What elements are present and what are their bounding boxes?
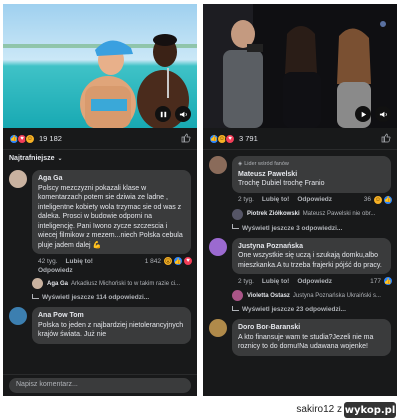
left-screenshot: 👍 ♥ ☺ 19 182 Najtrafniejsze ⌄ Aga Ga Pol… [3,4,197,396]
video-player[interactable] [203,4,397,128]
comment-author[interactable]: Aga Ga [38,174,185,184]
badge-icon: ◈ [238,161,243,167]
comment-bubble: Justyna Poznańska One wszystkie się uczą… [232,237,391,274]
mute-button[interactable] [175,106,191,122]
watermark-footer: sakiro12 z wykop.pl [0,400,400,420]
reaction-summary[interactable]: 👍 ♥ ☺ 19 182 [3,128,197,150]
avatar[interactable] [9,307,27,325]
view-more-replies[interactable]: Wyświetl jeszcze 114 odpowiedzi... [3,289,197,303]
sort-label: Najtrafniejsze [9,154,55,162]
reply-thread-icon [32,293,39,299]
reaction-count: 19 182 [39,134,62,143]
comment-text: Polska to jeden z najbardziej nietoleran… [38,321,184,339]
wykop-logo: wykop.pl [344,402,396,418]
love-reaction-icon: ♥ [183,256,193,266]
avatar[interactable] [9,170,27,188]
avatar[interactable] [209,237,227,256]
comment-item: Justyna Poznańska One wszystkie się uczą… [203,234,397,286]
reply-text: Mateusz Pawelski nie obr... [302,211,376,217]
comment-reactions[interactable]: 1 842 😮 👍 ♥ [145,256,193,266]
reply-button[interactable]: Odpowiedz [38,267,73,274]
pause-icon [160,111,166,117]
comment-bubble: Ana Pow Tom Polska to jeden z najbardzie… [32,307,191,344]
like-reaction-icon: 👍 [383,194,393,205]
reply-preview[interactable]: Violetta Ostasz Justyna Poznańska Ukraiń… [203,286,397,301]
view-more-replies[interactable]: Wyświetl jeszcze 3 odpowiedzi... [203,220,397,234]
reaction-count: 3 791 [239,134,258,143]
credit-text: sakiro12 z [296,404,342,415]
comment-item: Doro Bor-Baranski A kto finansuje wam te… [203,315,397,356]
comment-input[interactable]: Napisz komentarz... [9,378,191,393]
comment-actions: 2 tyg. Lubię to! Odpowiedz 36 ☺ 👍 [232,193,393,205]
pause-button[interactable] [155,106,171,122]
reply-author: Aga Ga [47,280,69,287]
chevron-down-icon: ⌄ [57,155,63,162]
comment-author[interactable]: Justyna Poznańska [238,242,385,252]
comment-text: Polscy mezczyzni pokazali klase w koment… [38,184,183,249]
reaction-summary[interactable]: 👍 ☺ ♥ 3 791 [203,128,397,150]
comment-text: Trochę Dubiel trochę Franio [238,180,325,187]
like-thumb-icon[interactable] [181,133,191,145]
avatar[interactable] [209,319,227,337]
play-icon [361,111,366,117]
comment-bubble: Aga Ga Polscy mezczyzni pokazali klase w… [32,170,191,254]
wow-reaction-icon: 😮 [163,256,173,266]
haha-reaction-icon: ☺ [25,133,35,144]
haha-reaction-icon: ☺ [373,194,383,205]
comment-author[interactable]: Ana Pow Tom [38,311,185,321]
reply-author: Violetta Ostasz [247,292,290,299]
comment-input-bar: Napisz komentarz... [3,374,197,396]
reply-preview[interactable]: Aga Ga Arkadiusz Michoński to w takim ra… [3,274,197,289]
comment-text: One wszystkie się uczą i szukają domku,a… [238,252,382,269]
comment-bubble: Doro Bor-Baranski A kto finansuje wam te… [232,319,391,356]
video-player[interactable] [3,4,197,128]
sort-dropdown[interactable]: Najtrafniejsze ⌄ [3,150,197,166]
play-button[interactable] [355,106,371,122]
fan-badge: ◈ Lider wśród fanów [238,160,385,170]
reply-text: Arkadiusz Michoński to w takim razie ci.… [71,280,181,287]
avatar[interactable] [209,156,227,174]
right-screenshot: 👍 ☺ ♥ 3 791 ◈ Lider wśród fanów Mateusz P… [203,4,397,396]
comment-item: Aga Ga Polscy mezczyzni pokazali klase w… [3,166,197,274]
reply-preview[interactable]: Piotrek Ziółkowski Mateusz Pawelski nie … [203,205,397,220]
love-reaction-icon: ♥ [225,133,235,144]
comment-time: 2 tyg. [238,196,254,203]
volume-icon [379,111,387,117]
comment-reactions[interactable]: 177 👍 [370,276,393,286]
reply-row: Odpowiedz [32,266,191,274]
avatar [232,290,243,301]
comment-time: 42 tyg. [38,257,58,265]
avatar [32,278,43,289]
volume-icon [179,111,187,117]
like-button[interactable]: Lubię to! [66,258,93,265]
comment-reactions[interactable]: 36 ☺ 👍 [364,194,393,205]
comment-text: A kto finansuje wam te studia?Jezeli nie… [238,333,374,351]
like-button[interactable]: Lubię to! [262,196,289,203]
reply-author: Piotrek Ziółkowski [247,211,300,217]
comment-item: ◈ Lider wśród fanów Mateusz Pawelski Troc… [203,150,397,205]
comment-author[interactable]: Doro Bor-Baranski [238,323,385,333]
like-reaction-icon: 👍 [383,276,393,286]
comment-item: Ana Pow Tom Polska to jeden z najbardzie… [3,303,197,344]
reply-button[interactable]: Odpowiedz [297,278,332,285]
comment-bubble: ◈ Lider wśród fanów Mateusz Pawelski Troc… [232,156,391,193]
mute-button[interactable] [375,106,391,122]
avatar [232,208,243,220]
like-thumb-icon[interactable] [381,133,391,145]
reply-button[interactable]: Odpowiedz [297,196,332,203]
reply-thread-icon [232,305,239,311]
like-reaction-icon: 👍 [173,256,183,266]
view-more-replies[interactable]: Wyświetl jeszcze 23 odpowiedzi... [203,301,397,315]
reply-thread-icon [232,224,239,229]
comment-time: 2 tyg. [238,277,254,285]
like-button[interactable]: Lubię to! [262,278,289,285]
comment-actions: 42 tyg. Lubię to! 1 842 😮 👍 ♥ [32,254,193,266]
reply-text: Justyna Poznańska Ukraiński s... [292,292,381,299]
comment-actions: 2 tyg. Lubię to! Odpowiedz 177 👍 [232,274,393,286]
comment-author[interactable]: Mateusz Pawelski [238,170,385,180]
